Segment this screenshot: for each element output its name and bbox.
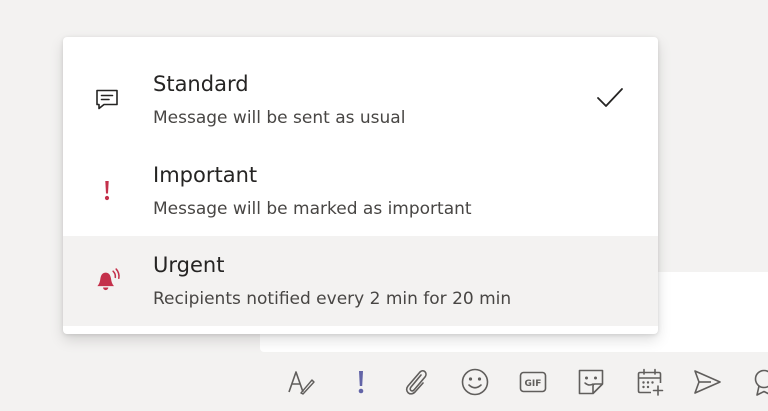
priority-menu: Standard Message will be sent as usual I… xyxy=(63,37,658,334)
send-arrow-icon[interactable] xyxy=(689,364,725,400)
menu-item-standard[interactable]: Standard Message will be sent as usual xyxy=(63,55,658,145)
message-icon xyxy=(93,85,121,113)
checkmark-icon xyxy=(595,83,625,113)
menu-item-description: Recipients notified every 2 min for 20 m… xyxy=(153,289,512,309)
praise-icon[interactable] xyxy=(746,364,768,400)
exclamation-icon xyxy=(93,176,121,204)
format-text-icon[interactable] xyxy=(282,364,318,400)
menu-item-description: Message will be sent as usual xyxy=(153,108,406,128)
menu-item-description: Message will be marked as important xyxy=(153,199,472,219)
menu-item-title: Important xyxy=(153,163,258,187)
menu-item-title: Standard xyxy=(153,72,249,96)
paperclip-icon[interactable] xyxy=(398,364,434,400)
compose-toolbar: GIF xyxy=(282,364,768,400)
menu-item-urgent[interactable]: Urgent Recipients notified every 2 min f… xyxy=(63,236,658,326)
menu-item-title: Urgent xyxy=(153,253,225,277)
calendar-add-icon[interactable] xyxy=(632,364,668,400)
emoji-icon[interactable] xyxy=(457,364,493,400)
gif-icon[interactable]: GIF xyxy=(515,364,551,400)
sticker-icon[interactable] xyxy=(573,364,609,400)
bell-ring-icon xyxy=(93,266,121,294)
exclamation-icon[interactable] xyxy=(343,364,379,400)
menu-item-important[interactable]: Important Message will be marked as impo… xyxy=(63,146,658,236)
gif-label: GIF xyxy=(525,379,542,389)
